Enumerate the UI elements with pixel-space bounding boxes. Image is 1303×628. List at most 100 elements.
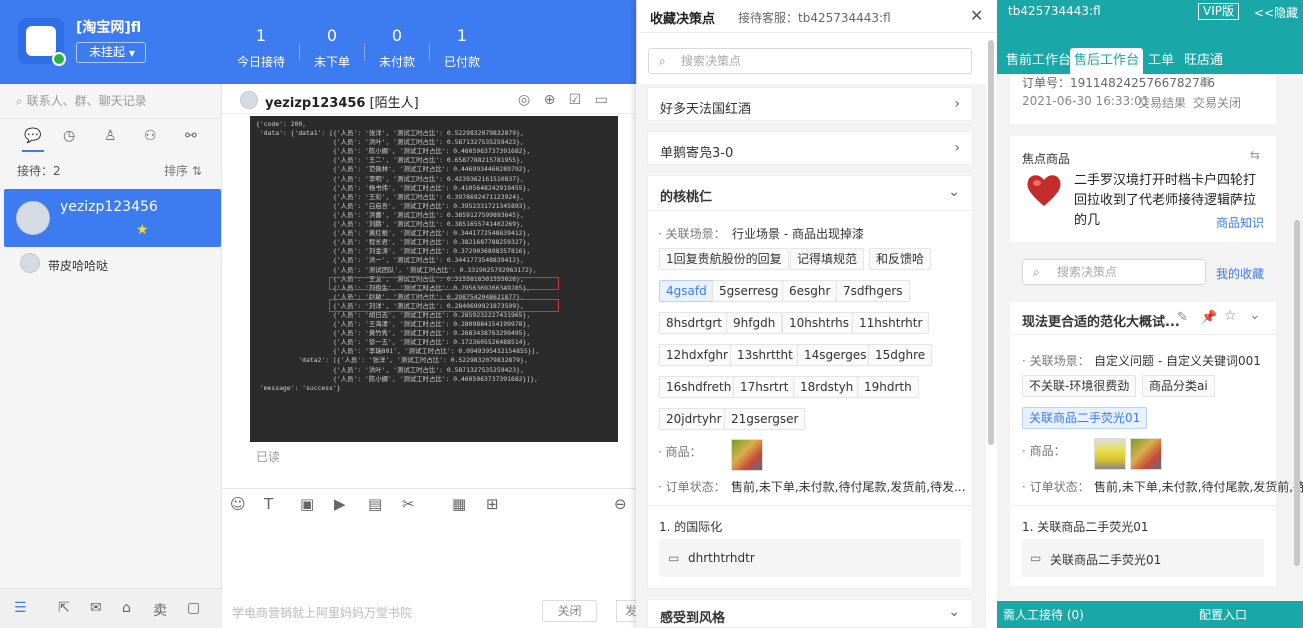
calculator-icon[interactable]: ▦ xyxy=(452,495,466,513)
close-chat-button[interactable]: 关闭 xyxy=(542,600,597,622)
task-icon[interactable]: ☑ xyxy=(569,92,582,108)
tag[interactable]: 和反馈哈 xyxy=(869,248,932,270)
decision-item[interactable]: 感受到风格 ⌄ xyxy=(647,599,973,628)
reply-icon: ▭ xyxy=(1030,551,1042,565)
font-icon[interactable]: T xyxy=(264,495,273,513)
tag[interactable]: 19hdrth xyxy=(857,376,919,398)
tag[interactable]: 13shrttht xyxy=(730,344,800,366)
right-search-input[interactable]: ⌕ 搜索决策点 xyxy=(1022,259,1206,285)
tag[interactable]: 5gserresg xyxy=(712,280,786,302)
tag[interactable]: 9hfgdh xyxy=(726,312,783,334)
tag[interactable]: 7sdfhgers xyxy=(836,280,910,302)
order-time: 2021-06-30 16:33:01 xyxy=(1022,94,1150,108)
my-favorites-link[interactable]: 我的收藏 xyxy=(1216,265,1264,282)
mail-icon[interactable]: ✉ xyxy=(90,600,102,616)
modal-title: 收藏决策点 xyxy=(650,12,716,27)
status-dropdown[interactable]: 未挂起 ▼ xyxy=(76,42,146,63)
decision-item[interactable]: 单鹅寄凫3-0 › xyxy=(647,131,973,165)
tab-aftersale[interactable]: 售后工作台 xyxy=(1070,48,1144,74)
add-user-icon[interactable]: ⊕ xyxy=(544,92,556,108)
window-icon[interactable]: ▢ xyxy=(187,600,200,616)
footer-ad[interactable]: 学电商营销就上阿里妈妈万堂书院 xyxy=(232,604,412,621)
product-heart-image[interactable] xyxy=(1024,170,1064,210)
stat-paid[interactable]: 1 已付款 xyxy=(431,26,493,70)
star-icon[interactable]: ☆ xyxy=(1224,308,1237,324)
decision-item[interactable]: 好多天法国红酒 › xyxy=(647,87,973,121)
clock-icon[interactable]: ◷ xyxy=(63,128,79,144)
emoji-icon[interactable]: ☺ xyxy=(230,495,246,513)
quick-reply-icon[interactable]: ◎ xyxy=(518,92,530,108)
pin-icon[interactable]: 📌 xyxy=(1201,310,1217,325)
tag[interactable]: 18rdstyh xyxy=(793,376,861,398)
history-icon[interactable]: ⊖ xyxy=(614,495,627,513)
chevron-down-icon[interactable]: ⌄ xyxy=(948,184,960,200)
swap-icon[interactable]: ⇆ xyxy=(1250,148,1260,162)
divider xyxy=(648,210,972,211)
coupon-icon[interactable]: ⊞ xyxy=(486,495,499,513)
contact-search[interactable]: ⌕ 联系人、群、聊天记录 xyxy=(16,92,206,110)
tag[interactable]: 17hsrtrt xyxy=(733,376,796,398)
scrollbar[interactable] xyxy=(1294,220,1300,566)
hide-button[interactable]: <<隐藏 xyxy=(1254,4,1298,21)
chevron-down-icon[interactable]: ⌄ xyxy=(1249,307,1261,323)
tag[interactable]: 商品分类ai xyxy=(1142,375,1215,397)
tag[interactable]: 1回复贵航股份的回复 xyxy=(659,248,789,270)
copy-icon[interactable]: ▤ xyxy=(1200,74,1211,88)
tag-selected[interactable]: 4gsafd xyxy=(659,280,714,302)
chat-icon[interactable]: 💬 xyxy=(24,128,41,144)
group-icon[interactable]: ⚇ xyxy=(144,128,160,144)
edit-icon[interactable]: ✎ xyxy=(1177,310,1188,325)
order-label: · 订单状态： xyxy=(1022,480,1090,494)
shop-icon[interactable]: ⌂ xyxy=(122,600,131,616)
tag[interactable]: 15dghre xyxy=(868,344,933,366)
product-thumbnail[interactable] xyxy=(1130,438,1162,470)
code-line: {'人员': '陈小娜', '测试工时占比': 0.46059637373916… xyxy=(256,147,531,156)
folder-icon[interactable]: ▤ xyxy=(368,495,382,513)
tag[interactable]: 16shdfreth xyxy=(659,376,739,398)
tag[interactable]: 11hshtrhtr xyxy=(852,312,930,334)
menu-icon[interactable]: ☰ xyxy=(14,600,27,616)
stat-value: 1 xyxy=(456,26,468,45)
stat-today[interactable]: 1 今日接待 xyxy=(230,26,292,70)
avatar xyxy=(20,253,40,273)
code-line: {'人员': '黄竹秀', '测试工时占比': 0.26834387632994… xyxy=(256,329,531,338)
manual-reception-count[interactable]: 需人工接待 (0) xyxy=(1003,606,1084,623)
tab-presale[interactable]: 售前工作台 xyxy=(1002,48,1075,74)
product-thumbnail[interactable] xyxy=(731,439,763,471)
code-line: {'人员': '刘鹏', '测试工时占比': 0.385165574140226… xyxy=(256,220,524,229)
user-icon[interactable]: ♙ xyxy=(104,128,120,144)
tag[interactable]: 14sgerges xyxy=(797,344,874,366)
tag[interactable]: 不关联-环境很费劲 xyxy=(1022,375,1137,397)
scissors-icon[interactable]: ✂ xyxy=(402,495,415,513)
item-title: 的核桃仁 xyxy=(660,190,713,205)
contact-name[interactable]: 带皮哈哈哒 xyxy=(48,257,108,274)
config-entry-link[interactable]: 配置入口 xyxy=(1199,606,1247,623)
tag[interactable]: 8hsdrtgrt xyxy=(659,312,730,334)
window-icon[interactable]: ▭ xyxy=(595,92,608,108)
scrollbar[interactable] xyxy=(988,40,994,445)
sell-icon[interactable]: 卖 xyxy=(153,600,167,620)
modal-search-input[interactable]: ⌕ 搜索决策点 xyxy=(648,48,972,74)
tag[interactable]: 20jdrtyhr xyxy=(659,408,729,430)
product-knowledge-link[interactable]: 商品知识 xyxy=(1216,214,1264,231)
sort-button[interactable]: 排序 ⇅ xyxy=(164,162,202,179)
tag[interactable]: 10hshtrhs xyxy=(782,312,857,334)
org-icon[interactable]: ⚯ xyxy=(185,128,201,144)
tag[interactable]: 6esghr xyxy=(782,280,838,302)
image-icon[interactable]: ▣ xyxy=(300,495,314,513)
stat-unpaid[interactable]: 0 未付款 xyxy=(366,26,428,70)
tag[interactable]: 21gsergser xyxy=(724,408,806,430)
export-icon[interactable]: ⇱ xyxy=(58,600,70,616)
chevron-right-icon: › xyxy=(954,96,960,112)
tab-wangdiantong[interactable]: 旺店通 xyxy=(1180,48,1227,74)
code-line: {'人员': '胡日志', '测试工时占比': 0.28592322274319… xyxy=(256,310,531,319)
tab-workorder[interactable]: 工单 xyxy=(1144,48,1178,74)
close-icon[interactable]: ✕ xyxy=(970,6,983,25)
tag[interactable]: 记得填规范 xyxy=(790,248,865,270)
product-thumbnail[interactable] xyxy=(1094,438,1126,470)
video-icon[interactable]: ▶ xyxy=(334,495,346,513)
message-input[interactable] xyxy=(228,520,628,590)
stat-unordered[interactable]: 0 未下单 xyxy=(301,26,363,70)
tag[interactable]: 12hdxfghr xyxy=(659,344,735,366)
tag-selected[interactable]: 关联商品二手荧光01 xyxy=(1022,407,1148,429)
